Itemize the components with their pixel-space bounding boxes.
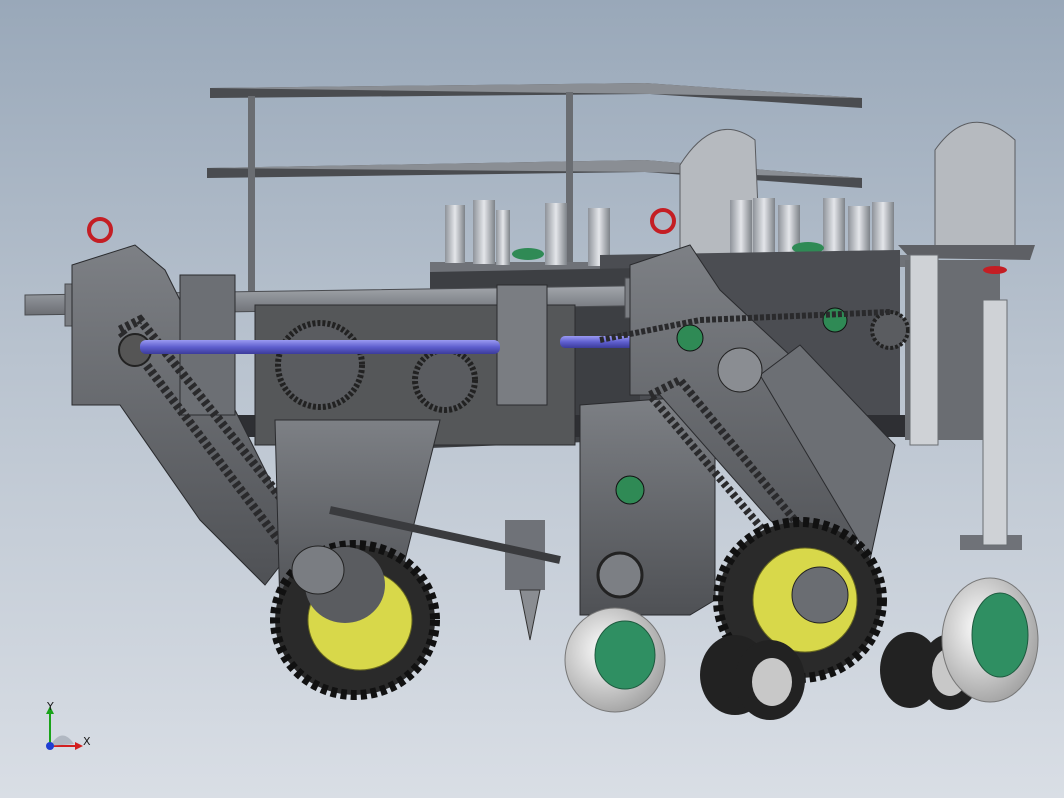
left-drive-wheel — [270, 540, 440, 700]
y-axis-label: Y — [47, 700, 54, 713]
graphics-viewport[interactable]: Y X — [0, 0, 1064, 798]
seeder-machine-model[interactable] — [0, 0, 1064, 798]
x-axis-label: X — [83, 735, 91, 748]
seed-tubes-left — [430, 200, 620, 274]
